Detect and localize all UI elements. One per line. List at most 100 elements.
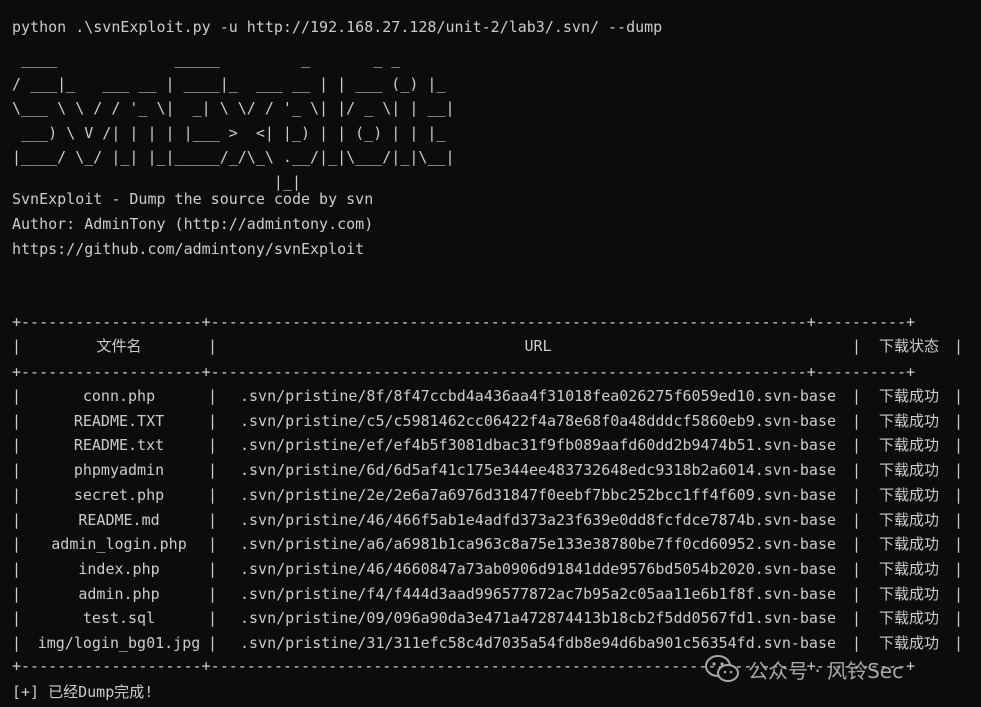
tool-repo-link: https://github.com/admintony/svnExploit xyxy=(12,240,365,258)
row-status: 下载成功 xyxy=(878,510,939,529)
watermark-text: 公众号 · 风铃Sec xyxy=(748,658,904,683)
column-separator: | xyxy=(208,337,218,355)
row-url: .svn/pristine/46/4660847a73ab0906d91841d… xyxy=(239,559,837,578)
terminal-window[interactable]: python .\svnExploit.py -u http://192.168… xyxy=(0,0,981,707)
column-separator: | xyxy=(208,387,218,405)
column-separator: | xyxy=(954,609,964,628)
column-separator: | xyxy=(12,559,22,578)
row-status: 下载成功 xyxy=(878,535,939,554)
row-status: 下载成功 xyxy=(878,461,939,480)
column-separator: | xyxy=(12,584,22,603)
column-separator: | xyxy=(954,337,964,355)
row-url: .svn/pristine/09/096a90da3e471a472874413… xyxy=(239,609,837,628)
table-row: | README.TXT | .svn/pristine/c5/c5981462cc0… xyxy=(12,409,968,434)
column-separator: | xyxy=(852,485,862,504)
header-url: URL xyxy=(524,337,552,355)
column-separator: | xyxy=(208,436,218,455)
column-separator: | xyxy=(954,559,964,578)
row-url: .svn/pristine/6d/6d5af41c175e344ee483732… xyxy=(239,461,837,480)
watermark: 公众号 · 风铃Sec xyxy=(704,653,903,685)
column-separator: | xyxy=(852,461,862,480)
table-row: | phpmyadmin | .svn/pristine/6d/6d5af41c175… xyxy=(12,458,968,483)
row-status: 下载成功 xyxy=(878,411,939,430)
table-row: | test.sql | .svn/pristine/09/096a90da3e471… xyxy=(12,606,968,631)
results-table: +--------------------+------------------… xyxy=(12,312,968,675)
row-url: .svn/pristine/8f/8f47ccbd4a436aa4f31018f… xyxy=(239,387,837,405)
row-filename: admin_login.php xyxy=(51,535,187,554)
column-separator: | xyxy=(208,411,218,430)
column-separator: | xyxy=(12,510,22,529)
header-filename: 文件名 xyxy=(96,337,142,355)
table-row: | index.php | .svn/pristine/46/4660847a73ab… xyxy=(12,557,968,582)
row-filename: conn.php xyxy=(82,387,156,405)
row-filename: phpmyadmin xyxy=(73,461,165,480)
row-filename: README.TXT xyxy=(73,411,165,430)
row-status: 下载成功 xyxy=(878,436,939,455)
column-separator: | xyxy=(852,535,862,554)
row-status: 下载成功 xyxy=(878,559,939,578)
column-separator: | xyxy=(208,535,218,554)
column-separator: | xyxy=(954,584,964,603)
column-separator: | xyxy=(208,584,218,603)
table-row: | admin_login.php | .svn/pristine/a6/a6981b… xyxy=(12,532,968,557)
column-separator: | xyxy=(954,436,964,455)
table-header-row: | 文件名 | URL | 下载状态 | xyxy=(12,334,968,359)
column-separator: | xyxy=(12,411,22,430)
column-separator: | xyxy=(954,485,964,504)
column-separator: | xyxy=(852,510,862,529)
row-url: .svn/pristine/a6/a6981b1ca963c8a75e133e3… xyxy=(239,535,837,554)
table-row: | secret.php | .svn/pristine/2e/2e6a7a6976d… xyxy=(12,483,968,508)
row-status: 下载成功 xyxy=(878,387,939,405)
column-separator: | xyxy=(852,337,862,355)
column-separator: | xyxy=(12,387,22,405)
header-status: 下载状态 xyxy=(878,337,939,355)
column-separator: | xyxy=(12,337,22,355)
row-url: .svn/pristine/c5/c5981462cc06422f4a78e68… xyxy=(239,411,837,430)
row-url: .svn/pristine/31/311efc58c4d7035a54fdb8e… xyxy=(239,634,837,652)
row-filename: img/login_bg01.jpg xyxy=(37,634,201,652)
table-border-mid: +--------------------+------------------… xyxy=(12,363,916,381)
row-url: .svn/pristine/46/466f5ab1e4adfd373a23f63… xyxy=(239,510,837,529)
column-separator: | xyxy=(954,535,964,554)
column-separator: | xyxy=(208,461,218,480)
row-url: .svn/pristine/f4/f444d3aad996577872ac7b9… xyxy=(239,584,837,603)
row-status: 下载成功 xyxy=(878,485,939,504)
column-separator: | xyxy=(954,461,964,480)
row-status: 下载成功 xyxy=(878,634,939,652)
column-separator: | xyxy=(12,485,22,504)
table-row: | admin.php | .svn/pristine/f4/f444d3aad996… xyxy=(12,582,968,607)
row-filename: README.md xyxy=(78,510,160,529)
column-separator: | xyxy=(954,510,964,529)
column-separator: | xyxy=(12,461,22,480)
column-separator: | xyxy=(852,387,862,405)
row-status: 下载成功 xyxy=(878,609,939,628)
wechat-icon xyxy=(705,655,739,682)
column-separator: | xyxy=(852,609,862,628)
column-separator: | xyxy=(12,436,22,455)
column-separator: | xyxy=(954,387,964,405)
row-filename: test.sql xyxy=(82,609,156,628)
column-separator: | xyxy=(852,411,862,430)
column-separator: | xyxy=(954,634,964,652)
row-status: 下载成功 xyxy=(878,584,939,603)
table-row: | README.md | .svn/pristine/46/466f5ab1e4ad… xyxy=(12,508,968,533)
row-filename: admin.php xyxy=(78,584,160,603)
table-row: | conn.php | .svn/pristine/8f/8f47ccbd4a436… xyxy=(12,384,968,409)
column-separator: | xyxy=(12,609,22,628)
dump-complete-message: [+] 已经Dump完成! xyxy=(12,683,154,701)
column-separator: | xyxy=(12,535,22,554)
column-separator: | xyxy=(208,609,218,628)
row-url: .svn/pristine/2e/2e6a7a6976d31847f0eebf7… xyxy=(239,485,837,504)
table-row: | img/login_bg01.jpg | .svn/pristine/31/311… xyxy=(12,631,968,656)
row-filename: README.txt xyxy=(73,436,165,455)
row-url: .svn/pristine/ef/ef4b5f3081dbac31f9fb089… xyxy=(239,436,837,455)
column-separator: | xyxy=(208,559,218,578)
row-filename: secret.php xyxy=(73,485,165,504)
command-line: python .\svnExploit.py -u http://192.168… xyxy=(12,18,663,36)
column-separator: | xyxy=(852,559,862,578)
column-separator: | xyxy=(208,485,218,504)
column-separator: | xyxy=(852,634,862,652)
column-separator: | xyxy=(208,634,218,652)
tool-title: SvnExploit - Dump the source code by svn xyxy=(12,190,374,208)
table-row: | README.txt | .svn/pristine/ef/ef4b5f3081d… xyxy=(12,433,968,458)
